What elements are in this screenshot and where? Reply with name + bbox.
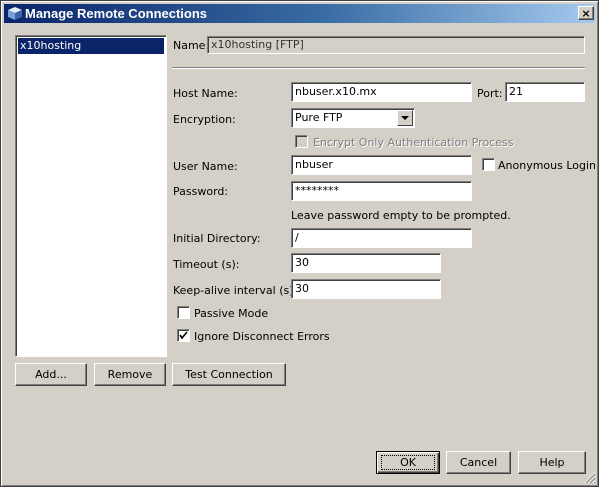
timeout-value: 30	[295, 256, 309, 269]
manage-remote-connections-dialog: Manage Remote Connections × x10hosting N…	[0, 0, 599, 487]
close-icon: ×	[581, 6, 591, 20]
list-item[interactable]: x10hosting	[18, 38, 164, 54]
passive-mode-checkbox[interactable]	[177, 306, 190, 319]
test-connection-button[interactable]: Test Connection	[172, 363, 286, 386]
initial-directory-label: Initial Directory:	[173, 232, 261, 245]
user-name-input[interactable]: nbuser	[291, 155, 472, 175]
user-name-label: User Name:	[173, 160, 238, 173]
encryption-label: Encryption:	[173, 113, 236, 126]
initial-directory-input[interactable]: /	[291, 228, 472, 248]
close-button[interactable]: ×	[578, 6, 594, 20]
password-value: ********	[295, 184, 339, 197]
passive-mode-label: Passive Mode	[194, 307, 269, 320]
timeout-input[interactable]: 30	[291, 253, 441, 273]
keep-alive-input[interactable]: 30	[291, 279, 441, 299]
port-value: 21	[509, 85, 523, 98]
ok-button[interactable]: OK	[376, 451, 440, 474]
host-name-label: Host Name:	[173, 87, 238, 100]
port-label: Port:	[477, 87, 503, 100]
encrypt-auth-checkbox[interactable]	[295, 135, 308, 148]
name-value: x10hosting [FTP]	[211, 38, 304, 51]
keep-alive-value: 30	[295, 282, 309, 295]
host-name-value: nbuser.x10.mx	[295, 85, 377, 98]
user-name-value: nbuser	[295, 158, 333, 171]
chevron-down-icon	[401, 116, 409, 120]
remove-button[interactable]: Remove	[94, 363, 166, 386]
host-name-input[interactable]: nbuser.x10.mx	[291, 82, 472, 102]
window-title: Manage Remote Connections	[25, 6, 208, 21]
timeout-label: Timeout (s):	[173, 258, 240, 271]
ignore-disconnect-checkbox[interactable]	[177, 329, 190, 342]
dropdown-arrow-button[interactable]	[397, 110, 413, 126]
keep-alive-label: Keep-alive interval (s):	[173, 284, 298, 297]
title-bar[interactable]: Manage Remote Connections ×	[4, 4, 595, 23]
ok-button-label: OK	[381, 455, 435, 470]
name-field: x10hosting [FTP]	[207, 36, 585, 54]
add-button[interactable]: Add...	[15, 363, 87, 386]
cube-app-icon	[8, 7, 22, 20]
password-input[interactable]: ********	[291, 181, 472, 201]
connections-list[interactable]: x10hosting	[15, 35, 167, 357]
password-hint: Leave password empty to be prompted.	[291, 209, 511, 222]
anonymous-login-checkbox[interactable]	[482, 158, 495, 171]
port-input[interactable]: 21	[505, 82, 585, 102]
checkmark-icon	[179, 331, 188, 340]
initial-directory-value: /	[295, 231, 299, 244]
cancel-button[interactable]: Cancel	[446, 451, 511, 474]
encrypt-auth-label: Encrypt Only Authentication Process	[313, 136, 514, 149]
ignore-disconnect-label: Ignore Disconnect Errors	[194, 330, 330, 343]
encryption-dropdown[interactable]: Pure FTP	[291, 108, 415, 128]
encryption-value: Pure FTP	[295, 111, 343, 124]
list-item-label: x10hosting	[20, 39, 82, 52]
name-label: Name:	[173, 39, 210, 52]
separator	[172, 67, 585, 69]
password-label: Password:	[173, 185, 229, 198]
anonymous-login-label: Anonymous Login	[498, 159, 597, 172]
help-button[interactable]: Help	[518, 451, 586, 474]
resize-grip-icon[interactable]	[584, 472, 596, 484]
